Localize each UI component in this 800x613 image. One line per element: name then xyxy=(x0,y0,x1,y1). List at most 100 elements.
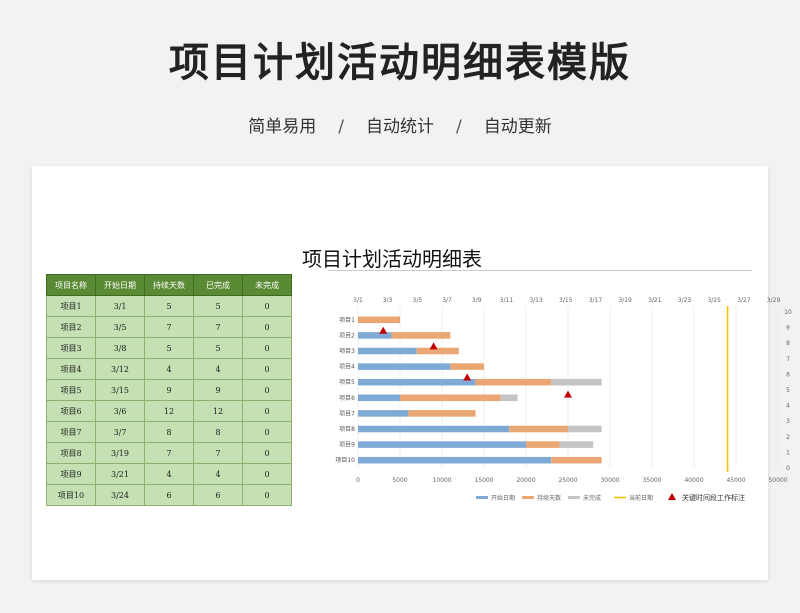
table-cell[interactable]: 5 xyxy=(144,295,194,317)
table-cell[interactable]: 5 xyxy=(193,295,243,317)
x-tick-label: 25000 xyxy=(558,477,577,484)
subtitle-item-1: 简单易用 xyxy=(248,117,317,137)
table-cell[interactable]: 8 xyxy=(144,421,194,443)
title-underline xyxy=(328,270,752,271)
table-cell[interactable]: 3/7 xyxy=(95,421,145,443)
legend-label: 未完成 xyxy=(583,494,601,502)
date-tick-label: 3/21 xyxy=(648,297,662,304)
bar-segment xyxy=(358,316,400,324)
table-cell[interactable]: 7 xyxy=(193,316,243,338)
bar-segment xyxy=(408,410,476,417)
table-cell[interactable]: 5 xyxy=(193,337,243,359)
y-tick-label: 6 xyxy=(786,371,790,378)
table-cell[interactable]: 6 xyxy=(193,484,243,506)
table-cell[interactable]: 9 xyxy=(144,379,194,401)
legend-swatch xyxy=(522,496,534,499)
table-cell[interactable]: 0 xyxy=(242,463,292,485)
subtitle-item-3: 自动更新 xyxy=(483,117,552,137)
table-cell[interactable]: 3/8 xyxy=(95,337,145,359)
category-label: 项目3 xyxy=(339,348,355,355)
table-header-row: 项目名称 开始日期 持续天数 已完成 未完成 xyxy=(46,274,292,296)
table-cell[interactable]: 3/12 xyxy=(95,358,145,380)
bar-segment xyxy=(391,332,451,339)
legend-swatch xyxy=(476,496,488,499)
table-cell[interactable]: 3/5 xyxy=(95,316,145,338)
table-cell[interactable]: 3/6 xyxy=(95,400,145,422)
table-cell[interactable]: 12 xyxy=(144,400,194,422)
table-cell[interactable]: 4 xyxy=(193,463,243,485)
bar-segment xyxy=(526,441,560,448)
table-cell[interactable]: 0 xyxy=(242,484,292,506)
category-label: 项目8 xyxy=(339,426,355,433)
legend-marker xyxy=(668,493,676,500)
table-cell[interactable]: 0 xyxy=(242,400,292,422)
table-cell[interactable]: 项目1 xyxy=(46,295,96,317)
table-cell[interactable]: 4 xyxy=(193,358,243,380)
column-header: 已完成 xyxy=(193,274,243,296)
table-cell[interactable]: 6 xyxy=(144,484,194,506)
subtitle-item-2: 自动统计 xyxy=(366,117,434,137)
table-cell[interactable]: 3/15 xyxy=(95,379,145,401)
table-cell[interactable]: 项目7 xyxy=(46,421,96,443)
category-label: 项目10 xyxy=(335,457,355,464)
table-cell[interactable]: 项目9 xyxy=(46,463,96,485)
table-row: 项目4 3/12 4 4 0 xyxy=(46,358,292,380)
table-cell[interactable]: 8 xyxy=(193,421,243,443)
table-cell[interactable]: 项目8 xyxy=(46,442,96,464)
table-row: 项目8 3/19 7 7 0 xyxy=(46,442,292,464)
table-cell[interactable]: 0 xyxy=(242,442,292,464)
bar-segment xyxy=(358,410,409,417)
table-cell[interactable]: 7 xyxy=(144,442,194,464)
date-tick-label: 3/1 xyxy=(353,297,363,304)
table-cell[interactable]: 项目4 xyxy=(46,358,96,380)
table-cell[interactable]: 5 xyxy=(144,337,194,359)
table-cell[interactable]: 7 xyxy=(193,442,243,464)
table-cell[interactable]: 项目3 xyxy=(46,337,96,359)
bar-segment xyxy=(358,441,526,448)
project-table: 项目名称 开始日期 持续天数 已完成 未完成 项目1 3/1 5 5 0 项目2 3/5 7 7 0 项目3… xyxy=(46,274,292,506)
table-cell[interactable]: 项目2 xyxy=(46,316,96,338)
legend-label: 持续天数 xyxy=(537,494,561,502)
table-cell[interactable]: 9 xyxy=(193,379,243,401)
table-cell[interactable]: 3/1 xyxy=(95,295,145,317)
table-cell[interactable]: 12 xyxy=(193,400,243,422)
table-cell[interactable]: 0 xyxy=(242,421,292,443)
legend-label: 开始日期 xyxy=(491,494,515,502)
table-cell[interactable]: 项目10 xyxy=(46,484,96,506)
table-row: 项目10 3/24 6 6 0 xyxy=(46,484,292,506)
table-cell[interactable]: 7 xyxy=(144,316,194,338)
table-row: 项目2 3/5 7 7 0 xyxy=(46,316,292,338)
table-cell[interactable]: 4 xyxy=(144,463,194,485)
date-tick-label: 3/5 xyxy=(413,297,423,304)
date-tick-label: 3/19 xyxy=(618,297,632,304)
bar-segment xyxy=(358,425,510,433)
table-cell[interactable]: 项目6 xyxy=(46,400,96,422)
key-marker xyxy=(379,326,388,334)
bar-segment xyxy=(358,363,451,370)
table-cell[interactable]: 0 xyxy=(242,358,292,380)
subtitle: 简单易用 / 自动统计 / 自动更新 xyxy=(0,112,800,137)
y-tick-label: 4 xyxy=(786,403,790,410)
table-cell[interactable]: 0 xyxy=(242,295,292,317)
table-cell[interactable]: 0 xyxy=(242,316,292,338)
table-cell[interactable]: 3/21 xyxy=(95,463,145,485)
date-tick-label: 3/27 xyxy=(737,297,751,304)
y-tick-label: 10 xyxy=(784,309,792,316)
date-tick-label: 3/25 xyxy=(707,297,721,304)
y-tick-label: 1 xyxy=(786,449,790,456)
key-marker xyxy=(463,373,472,381)
date-tick-label: 3/9 xyxy=(472,297,482,304)
x-tick-label: 15000 xyxy=(474,477,493,484)
legend-label: 关键时间段工作标注 xyxy=(682,493,745,502)
category-label: 项目9 xyxy=(339,442,355,449)
table-cell[interactable]: 0 xyxy=(242,379,292,401)
table-cell[interactable]: 0 xyxy=(242,337,292,359)
bar-segment xyxy=(500,394,518,402)
bar-segment xyxy=(568,425,602,433)
table-cell[interactable]: 3/19 xyxy=(95,442,145,464)
table-cell[interactable]: 项目5 xyxy=(46,379,96,401)
table-row: 项目7 3/7 8 8 0 xyxy=(46,421,292,443)
table-cell[interactable]: 3/24 xyxy=(95,484,145,506)
category-label: 项目1 xyxy=(339,317,355,324)
table-cell[interactable]: 4 xyxy=(144,358,194,380)
